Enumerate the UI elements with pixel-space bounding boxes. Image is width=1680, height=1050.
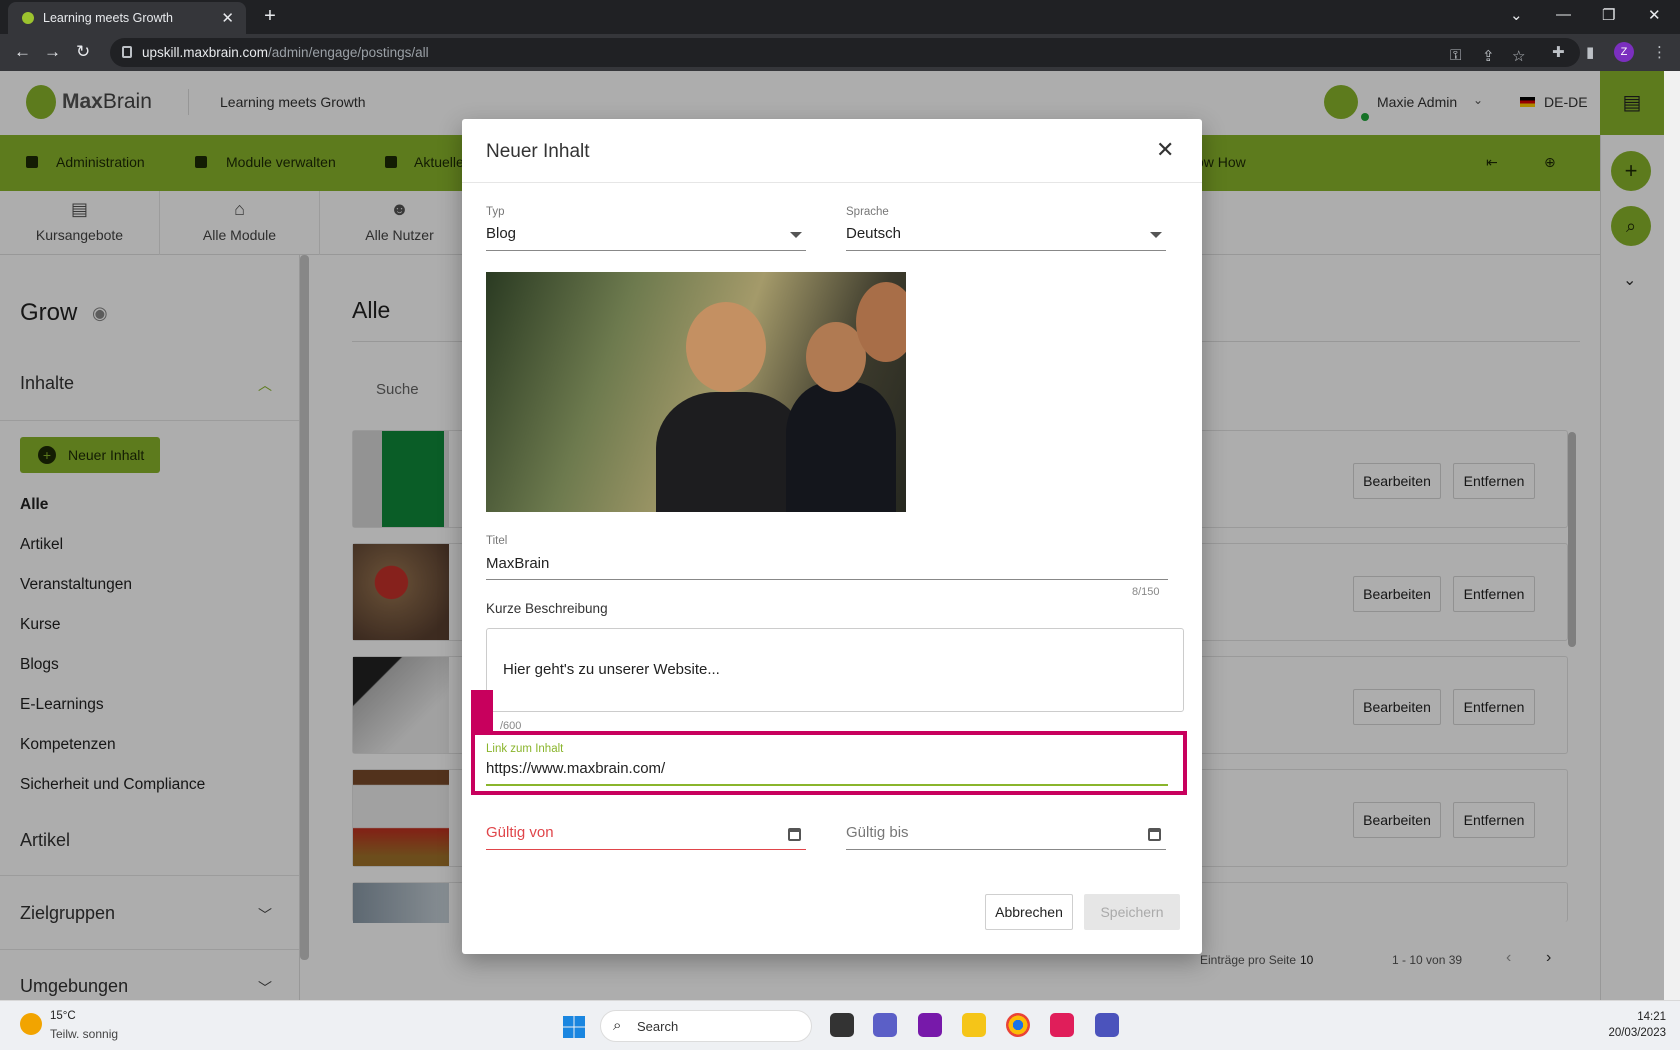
underline — [846, 849, 1166, 850]
key-icon[interactable]: ⚿ — [1450, 47, 1461, 64]
dropdown-caret-icon[interactable] — [1150, 232, 1162, 238]
taskbar-search[interactable]: ⌕ Search — [600, 1010, 812, 1042]
photo-shape — [656, 392, 806, 512]
windows-start-icon[interactable] — [563, 1016, 585, 1038]
title-label: Titel — [486, 535, 508, 547]
maximize-button[interactable]: ❐ — [1602, 6, 1615, 24]
teams-chat-icon[interactable] — [873, 1013, 897, 1037]
dialog-title: Neuer Inhalt — [486, 141, 590, 162]
weather-icon[interactable] — [20, 1013, 42, 1035]
cancel-button[interactable]: Abbrechen — [985, 894, 1073, 930]
page-scrollbar[interactable] — [1664, 71, 1680, 1000]
type-label: Typ — [486, 206, 505, 218]
cover-image[interactable] — [486, 272, 906, 512]
menu-icon[interactable]: ⋮ — [1652, 43, 1667, 61]
share-icon[interactable]: ⇪ — [1482, 47, 1495, 65]
highlight-marker — [471, 690, 493, 734]
close-icon[interactable]: ✕ — [1156, 137, 1174, 163]
task-view-icon[interactable] — [830, 1013, 854, 1037]
underline — [486, 250, 806, 251]
profile-avatar[interactable]: Z — [1614, 42, 1634, 62]
dropdown-caret-icon[interactable] — [790, 232, 802, 238]
language-select[interactable]: Deutsch — [846, 225, 901, 242]
title-input[interactable]: MaxBrain — [486, 555, 549, 572]
forward-icon[interactable]: → — [44, 42, 61, 62]
url-text: upskill.maxbrain.com/admin/engage/postin… — [142, 45, 429, 60]
chrome-icon[interactable] — [1006, 1013, 1030, 1037]
tab-search-icon[interactable]: ⌄ — [1510, 6, 1523, 24]
date: 20/03/2023 — [1608, 1027, 1666, 1039]
underline — [486, 579, 1168, 580]
browser-tabbar: Learning meets Growth ✕ + ⌄ — ❐ ✕ — [0, 0, 1680, 34]
language-label: Sprache — [846, 206, 889, 218]
valid-from-input[interactable]: Gültig von — [486, 824, 554, 841]
temperature[interactable]: 15°C — [50, 1010, 76, 1022]
link-label: Link zum Inhalt — [486, 743, 564, 755]
minimize-button[interactable]: — — [1556, 6, 1571, 23]
slack-icon[interactable] — [1050, 1013, 1074, 1037]
onenote-icon[interactable] — [918, 1013, 942, 1037]
underline — [486, 784, 1168, 786]
photo-shape — [786, 382, 896, 512]
calendar-icon[interactable] — [788, 828, 801, 841]
search-label: Search — [637, 1019, 679, 1034]
type-select[interactable]: Blog — [486, 225, 516, 242]
link-input[interactable]: https://www.maxbrain.com/ — [486, 760, 665, 777]
title-counter: 8/150 — [1132, 586, 1160, 598]
tab-title: Learning meets Growth — [43, 11, 173, 25]
teams-icon[interactable] — [1095, 1013, 1119, 1037]
photo-shape — [686, 302, 766, 392]
description-label: Kurze Beschreibung — [486, 601, 608, 616]
close-tab-icon[interactable]: ✕ — [221, 9, 234, 27]
favicon-icon — [22, 12, 34, 24]
valid-to-input[interactable]: Gültig bis — [846, 824, 909, 841]
dialog-header: Neuer Inhalt ✕ — [462, 119, 1202, 183]
underline — [846, 250, 1166, 251]
calendar-icon[interactable] — [1148, 828, 1161, 841]
underline — [486, 849, 806, 850]
clock[interactable]: 14:21 20/03/2023 — [1594, 1009, 1666, 1041]
address-bar[interactable]: upskill.maxbrain.com/admin/engage/postin… — [110, 38, 1580, 67]
reload-icon[interactable]: ↻ — [76, 42, 90, 62]
new-tab-button[interactable]: + — [258, 4, 282, 28]
browser-toolbar: ← → ↻ upskill.maxbrain.com/admin/engage/… — [0, 34, 1680, 71]
back-icon[interactable]: ← — [14, 42, 31, 62]
description-textarea[interactable]: Hier geht's zu unserer Website... — [486, 628, 1184, 712]
extensions-icon[interactable]: ✚ — [1552, 43, 1565, 61]
sidepanel-icon[interactable]: ▮ — [1586, 43, 1594, 61]
taskbar: 15°C Teilw. sonnig ⌕ Search 14:21 20/03/… — [0, 1000, 1680, 1050]
save-button[interactable]: Speichern — [1084, 894, 1180, 930]
weather-text[interactable]: Teilw. sonnig — [50, 1027, 118, 1041]
lock-icon — [122, 46, 132, 58]
search-icon: ⌕ — [613, 1017, 622, 1034]
description-value: Hier geht's zu unserer Website... — [503, 661, 720, 678]
star-icon[interactable]: ☆ — [1512, 47, 1525, 65]
close-window-button[interactable]: ✕ — [1648, 6, 1661, 24]
new-content-dialog: Neuer Inhalt ✕ Typ Blog Sprache Deutsch … — [462, 119, 1202, 954]
time: 14:21 — [1637, 1011, 1666, 1023]
file-explorer-icon[interactable] — [962, 1013, 986, 1037]
browser-tab[interactable]: Learning meets Growth ✕ — [8, 2, 246, 34]
